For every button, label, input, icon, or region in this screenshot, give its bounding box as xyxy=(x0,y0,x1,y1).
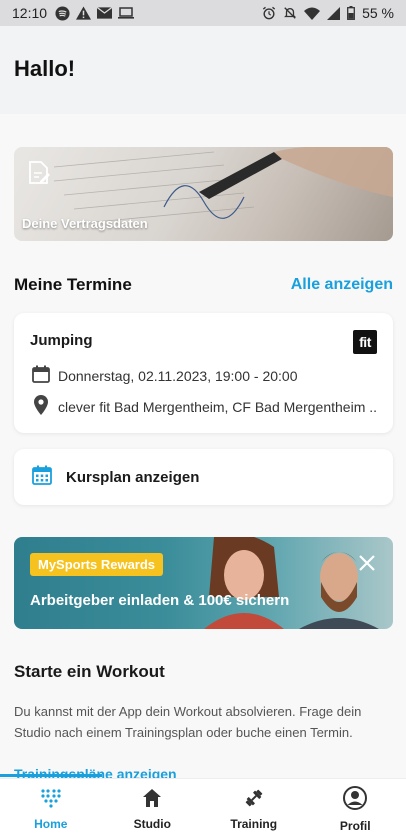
appointments-header: Meine Termine Alle anzeigen xyxy=(14,275,393,295)
mail-icon xyxy=(97,7,113,19)
status-time: 12:10 xyxy=(12,5,48,21)
contract-data-card[interactable]: Deine Vertragsdaten xyxy=(14,147,393,241)
tab-profile-label: Profil xyxy=(339,818,371,833)
tab-studio-label: Studio xyxy=(133,816,171,831)
warning-icon xyxy=(76,6,92,20)
tab-training-label: Training xyxy=(230,816,278,831)
tab-training[interactable]: Training xyxy=(203,779,305,839)
alarm-icon xyxy=(262,6,276,20)
studio-logo-text: fit xyxy=(359,334,371,350)
battery-icon xyxy=(347,6,356,20)
workout-title: Starte ein Workout xyxy=(14,662,165,681)
house-icon xyxy=(142,788,162,813)
signal-icon xyxy=(327,6,341,20)
appointment-location-row: clever fit Bad Mergentheim, CF Bad Merge… xyxy=(32,395,377,418)
contract-card-label: Deine Vertragsdaten xyxy=(22,216,148,231)
promo-text: Arbeitgeber einladen & 100€ sichern xyxy=(30,592,290,609)
tab-home[interactable]: Home xyxy=(0,779,102,839)
calendar-grid-icon xyxy=(32,465,52,490)
document-edit-icon xyxy=(28,161,50,190)
mute-bell-icon xyxy=(283,6,297,20)
greeting-title: Hallo! xyxy=(14,56,76,81)
appointment-location: clever fit Bad Mergentheim, CF Bad Merge… xyxy=(58,398,377,415)
course-plan-button[interactable]: Kursplan anzeigen xyxy=(14,449,393,505)
appointment-title: Jumping xyxy=(30,332,93,349)
tab-profile[interactable]: Profil xyxy=(305,779,406,839)
laptop-icon xyxy=(118,7,135,19)
tab-studio[interactable]: Studio xyxy=(102,779,204,839)
dots-grid-icon xyxy=(40,788,62,813)
show-all-appointments-link[interactable]: Alle anzeigen xyxy=(291,276,393,294)
appointments-title: Meine Termine xyxy=(14,275,132,294)
scroll-indicator xyxy=(0,774,102,777)
promo-man-image xyxy=(299,552,379,629)
calendar-icon xyxy=(32,365,50,386)
battery-percent: 55 % xyxy=(362,5,394,21)
status-bar: 12:10 55 % xyxy=(0,0,406,26)
tab-home-label: Home xyxy=(34,816,68,831)
workout-description: Du kannst mit der App dein Workout absol… xyxy=(14,704,362,740)
dumbbell-icon xyxy=(244,788,264,813)
close-icon[interactable] xyxy=(359,555,375,576)
spotify-icon xyxy=(55,5,70,21)
rewards-promo-banner[interactable]: MySports Rewards Arbeitgeber einladen & … xyxy=(14,537,393,629)
wifi-icon xyxy=(304,7,321,20)
appointment-date: Donnerstag, 02.11.2023, 19:00 - 20:00 xyxy=(58,367,298,384)
promo-woman-image xyxy=(204,537,284,629)
studio-logo: fit xyxy=(353,330,377,354)
person-icon xyxy=(343,785,368,815)
bottom-tab-bar: Home Studio Training Profil xyxy=(0,778,406,839)
course-plan-label: Kursplan anzeigen xyxy=(66,468,200,486)
rewards-badge: MySports Rewards xyxy=(30,553,164,576)
location-pin-icon xyxy=(32,395,50,418)
appointment-date-row: Donnerstag, 02.11.2023, 19:00 - 20:00 xyxy=(32,365,377,386)
appointment-card[interactable]: Jumping fit Donnerstag, 02.11.2023, 19:0… xyxy=(14,313,393,433)
